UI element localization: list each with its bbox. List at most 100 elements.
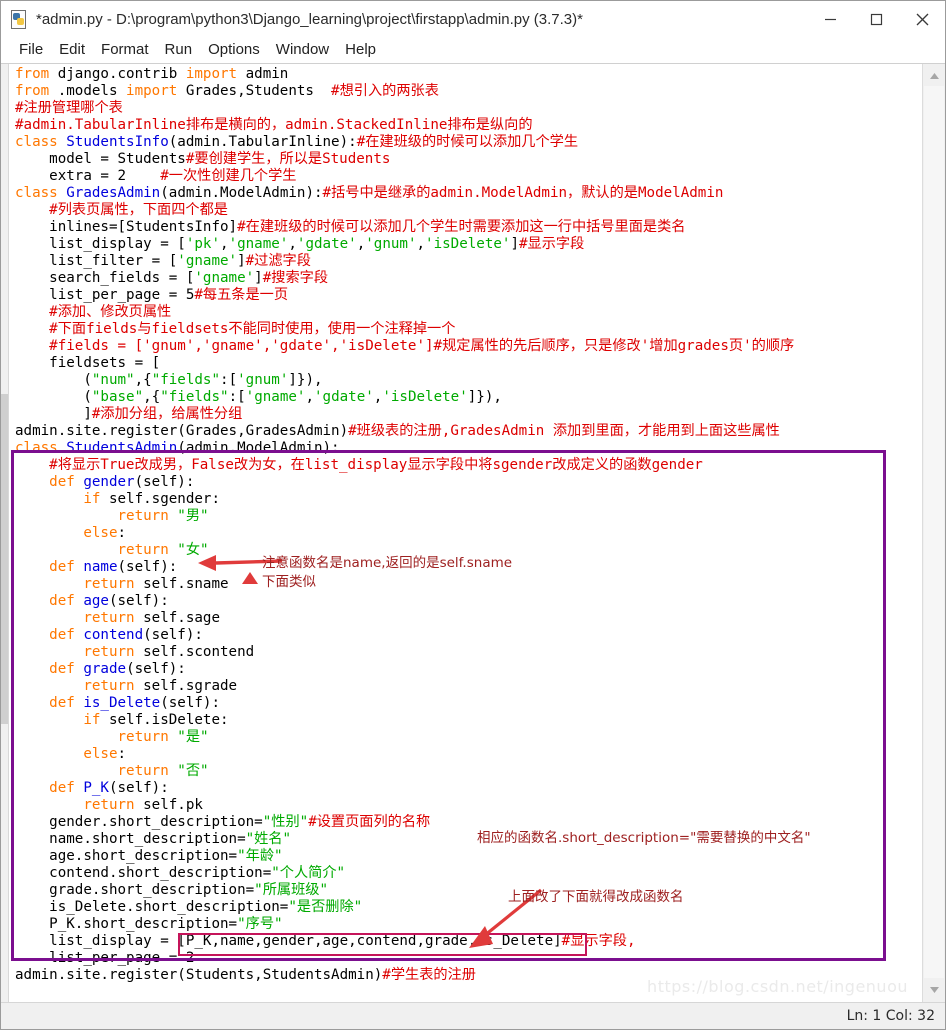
title-bar: *admin.py - D:\program\python3\Django_le… [1, 1, 945, 37]
code-token: "男" [177, 508, 209, 524]
window-title: *admin.py - D:\program\python3\Django_le… [36, 10, 583, 28]
code-token: #将显示True改成男，False改为女，在list_display显示字段中将… [49, 457, 703, 473]
code-token: return [117, 542, 169, 558]
code-token: 'gname' [177, 253, 238, 269]
code-token: .models [49, 83, 127, 99]
code-token: #过滤字段 [245, 253, 311, 269]
code-token: StudentsInfo [66, 134, 169, 150]
vertical-scrollbar[interactable] [922, 64, 945, 1002]
code-token: "否" [177, 763, 209, 779]
code-line: class StudentsInfo(admin.TabularInline):… [15, 134, 922, 151]
code-token: (self): [134, 474, 195, 490]
code-line: ("base",{"fields":['gname','gdate','isDe… [15, 389, 922, 406]
scroll-up-arrow-icon[interactable] [923, 66, 945, 86]
code-line: list_per_page = 5#每五条是一页 [15, 287, 922, 304]
code-token: #想引入的两张表 [331, 83, 439, 99]
code-line: def name(self): [15, 559, 922, 576]
code-line: def grade(self): [15, 661, 922, 678]
code-token: grade.short_description= [15, 882, 255, 898]
code-token: (admin.ModelAdmin): [160, 185, 323, 201]
code-token: extra = 2 [15, 168, 161, 184]
code-line: list_display = ['pk','gname','gdate','gn… [15, 236, 922, 253]
code-token: from [15, 83, 50, 99]
code-token: self.sgender: [100, 491, 221, 507]
code-token: django.contrib [49, 66, 186, 82]
code-token: (self): [108, 780, 169, 796]
code-token: , [288, 236, 297, 252]
code-token: import [126, 83, 178, 99]
code-token: , [220, 236, 229, 252]
code-text-area[interactable]: from django.contrib import admin from .mo… [9, 64, 922, 1002]
code-line: else: [15, 746, 922, 763]
menu-item-help[interactable]: Help [337, 38, 384, 62]
code-line: class StudentsAdmin(admin.ModelAdmin): [15, 440, 922, 457]
code-token: 'gname' [194, 270, 255, 286]
menu-item-format[interactable]: Format [93, 38, 157, 62]
code-token: class [15, 185, 58, 201]
code-token: def [49, 627, 75, 643]
code-token: is_Delete.short_description= [15, 899, 289, 915]
code-token: #每五条是一页 [194, 287, 289, 303]
code-token: :[ [220, 372, 238, 388]
code-line: if self.sgender: [15, 491, 922, 508]
menu-item-file[interactable]: File [11, 38, 51, 62]
code-token: return [83, 678, 135, 694]
scrollbar-thumb[interactable] [924, 86, 944, 978]
code-token: def [49, 474, 75, 490]
code-line: #下面fields与fieldsets不能同时使用，使用一个注释掉一个 [15, 321, 922, 338]
code-token: (self): [126, 661, 186, 677]
code-token: is_Delete [83, 695, 161, 711]
code-token: #显示字段, [561, 933, 636, 949]
code-line: class GradesAdmin(admin.ModelAdmin):#括号中… [15, 185, 922, 202]
menu-bar: File Edit Format Run Options Window Help [1, 37, 945, 64]
code-line: ]#添加分组，给属性分组 [15, 406, 922, 423]
code-token: "fields" [160, 389, 229, 405]
code-token: contend.short_description= [15, 865, 272, 881]
code-line: return "是" [15, 729, 922, 746]
menu-item-run[interactable]: Run [157, 38, 201, 62]
scroll-down-arrow-icon[interactable] [923, 980, 945, 1000]
code-token: (self): [108, 593, 169, 609]
code-token: return [83, 610, 135, 626]
code-token: 'gdate' [296, 236, 357, 252]
code-token: #admin.TabularInline排布是横向的，admin.Stacked… [15, 117, 533, 133]
code-token: return [83, 644, 135, 660]
code-line: from .models import Grades,Students #想引入… [15, 83, 922, 100]
code-token: def [49, 661, 75, 677]
code-token: "序号" [237, 916, 283, 932]
code-token: (admin.ModelAdmin): [177, 440, 340, 456]
maximize-icon[interactable] [853, 1, 899, 37]
code-lines: from django.contrib import admin from .mo… [15, 66, 922, 984]
code-token: 'gnum' [365, 236, 417, 252]
code-line: admin.site.register(Students,StudentsAdm… [15, 967, 922, 984]
left-margin-thumb[interactable] [1, 394, 8, 724]
code-line: extra = 2 #一次性创建几个学生 [15, 168, 922, 185]
menu-item-edit[interactable]: Edit [51, 38, 93, 62]
code-token: list_per_page = 2 [15, 950, 195, 966]
code-line: return self.pk [15, 797, 922, 814]
code-line: list_display = [P_K,name,gender,age,cont… [15, 933, 922, 950]
close-icon[interactable] [899, 1, 945, 37]
left-margin-strip[interactable] [1, 64, 9, 1002]
menu-item-window[interactable]: Window [268, 38, 337, 62]
code-token: GradesAdmin [66, 185, 161, 201]
code-token: class [15, 440, 58, 456]
menu-item-options[interactable]: Options [200, 38, 268, 62]
code-token: name.short_description= [15, 831, 246, 847]
idle-editor-window: *admin.py - D:\program\python3\Django_le… [0, 0, 946, 1030]
code-token: #添加分组，给属性分组 [91, 406, 243, 422]
code-line: return "否" [15, 763, 922, 780]
minimize-icon[interactable] [807, 1, 853, 37]
